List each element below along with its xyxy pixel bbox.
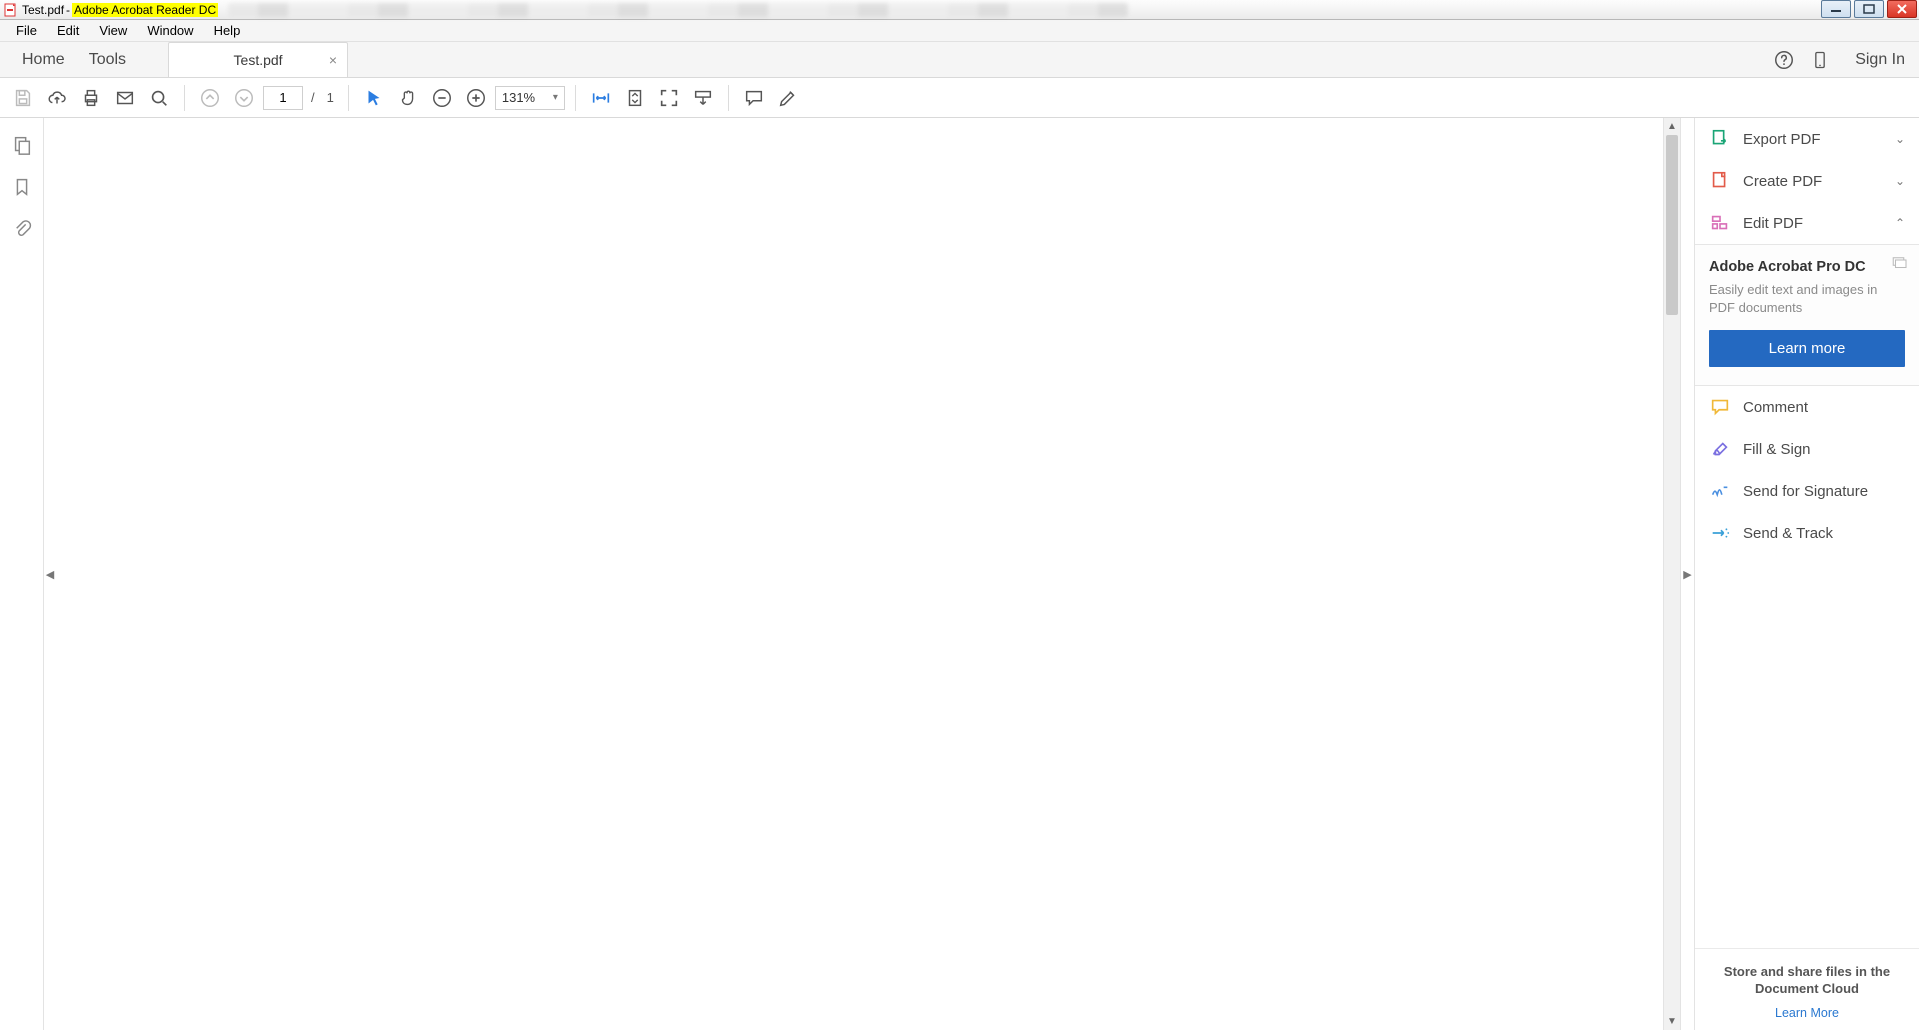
cloud-stack-icon <box>1891 255 1909 275</box>
tool-create-pdf[interactable]: Create PDF ⌄ <box>1695 160 1919 202</box>
left-panel-collapse-icon[interactable]: ◀ <box>44 554 56 594</box>
read-mode-icon[interactable] <box>688 83 718 113</box>
tool-edit-pdf[interactable]: Edit PDF ⌃ <box>1695 202 1919 244</box>
chevron-up-icon: ⌃ <box>1895 216 1905 230</box>
search-icon[interactable] <box>144 83 174 113</box>
comment-icon <box>1709 396 1731 418</box>
zoom-value: 131% <box>502 90 535 105</box>
edit-pdf-icon <box>1709 212 1731 234</box>
fit-page-icon[interactable] <box>620 83 650 113</box>
zoom-in-icon[interactable] <box>461 83 491 113</box>
mobile-icon[interactable] <box>1809 49 1831 71</box>
attachments-icon[interactable] <box>9 216 35 242</box>
main-toolbar: / 1 131% ▾ <box>0 78 1919 118</box>
cloud-upload-icon[interactable] <box>42 83 72 113</box>
highlight-pen-icon[interactable] <box>773 83 803 113</box>
tool-label: Comment <box>1743 399 1905 416</box>
tool-label: Create PDF <box>1743 173 1883 190</box>
tool-label: Export PDF <box>1743 131 1883 148</box>
nav-home[interactable]: Home <box>10 51 77 69</box>
page-separator: / <box>307 90 319 105</box>
menu-view[interactable]: View <box>89 21 137 40</box>
promo-description: Easily edit text and images in PDF docum… <box>1709 281 1905 316</box>
window-maximize-button[interactable] <box>1854 0 1884 18</box>
tool-fill-sign[interactable]: Fill & Sign <box>1695 428 1919 470</box>
document-tab-close-icon[interactable]: × <box>329 52 337 68</box>
menu-file[interactable]: File <box>6 21 47 40</box>
comment-bubble-icon[interactable] <box>739 83 769 113</box>
page-up-icon <box>195 83 225 113</box>
nav-tools[interactable]: Tools <box>77 51 138 69</box>
page-thumbnails-icon[interactable] <box>9 132 35 158</box>
tool-label: Send for Signature <box>1743 483 1905 500</box>
sign-in-button[interactable]: Sign In <box>1855 51 1905 69</box>
document-page[interactable]: ◀ <box>44 118 1663 1030</box>
page-number-input[interactable] <box>263 86 303 110</box>
promo-panel: Adobe Acrobat Pro DC Easily edit text an… <box>1695 244 1919 386</box>
tool-send-signature[interactable]: Send for Signature <box>1695 470 1919 512</box>
bookmark-icon[interactable] <box>9 174 35 200</box>
menu-edit[interactable]: Edit <box>47 21 89 40</box>
chevron-down-icon: ⌄ <box>1895 174 1905 188</box>
left-nav-rail <box>0 118 44 1030</box>
document-area: ◀ ▲ ▼ ▶ <box>44 118 1694 1030</box>
email-icon[interactable] <box>110 83 140 113</box>
save-icon <box>8 83 38 113</box>
title-app-name: Adobe Acrobat Reader DC <box>72 3 218 17</box>
scroll-up-icon[interactable]: ▲ <box>1664 118 1680 135</box>
page-total: 1 <box>323 90 338 105</box>
hand-pan-icon[interactable] <box>393 83 423 113</box>
tabs-row: Home Tools Test.pdf × Sign In <box>0 42 1919 78</box>
vertical-scrollbar[interactable]: ▲ ▼ <box>1663 118 1680 1030</box>
tool-label: Send & Track <box>1743 525 1905 542</box>
help-icon[interactable] <box>1773 49 1795 71</box>
background-tabs-blur <box>228 3 1128 17</box>
export-pdf-icon <box>1709 128 1731 150</box>
title-filename: Test.pdf <box>22 3 64 17</box>
send-signature-icon <box>1709 480 1731 502</box>
print-icon[interactable] <box>76 83 106 113</box>
fill-sign-icon <box>1709 438 1731 460</box>
menu-window[interactable]: Window <box>137 21 203 40</box>
page-down-icon <box>229 83 259 113</box>
fit-width-icon[interactable] <box>586 83 616 113</box>
window-close-button[interactable] <box>1887 0 1917 18</box>
tool-label: Fill & Sign <box>1743 441 1905 458</box>
tool-label: Edit PDF <box>1743 215 1883 232</box>
promo-title: Adobe Acrobat Pro DC <box>1709 259 1905 275</box>
title-separator: - <box>64 3 72 17</box>
create-pdf-icon <box>1709 170 1731 192</box>
tool-comment[interactable]: Comment <box>1695 386 1919 428</box>
zoom-out-icon[interactable] <box>427 83 457 113</box>
window-minimize-button[interactable] <box>1821 0 1851 18</box>
document-tab[interactable]: Test.pdf × <box>168 42 348 77</box>
scroll-down-icon[interactable]: ▼ <box>1664 1013 1680 1030</box>
app-pdf-icon <box>4 3 18 17</box>
scrollbar-thumb[interactable] <box>1666 135 1678 315</box>
menu-bar: File Edit View Window Help <box>0 20 1919 42</box>
right-panel-footer: Store and share files in the Document Cl… <box>1695 948 1919 1030</box>
fullscreen-icon[interactable] <box>654 83 684 113</box>
chevron-down-icon: ▾ <box>553 92 558 103</box>
right-tools-panel: Export PDF ⌄ Create PDF ⌄ Edit PDF ⌃ Ado… <box>1694 118 1919 1030</box>
document-tab-label: Test.pdf <box>234 52 283 68</box>
footer-text: Store and share files in the Document Cl… <box>1705 963 1909 998</box>
send-track-icon <box>1709 522 1731 544</box>
window-titlebar: Test.pdf - Adobe Acrobat Reader DC <box>0 0 1919 20</box>
zoom-dropdown[interactable]: 131% ▾ <box>495 86 565 110</box>
learn-more-button[interactable]: Learn more <box>1709 330 1905 367</box>
footer-learn-more-link[interactable]: Learn More <box>1705 1006 1909 1020</box>
chevron-down-icon: ⌄ <box>1895 132 1905 146</box>
tool-send-track[interactable]: Send & Track <box>1695 512 1919 554</box>
menu-help[interactable]: Help <box>204 21 251 40</box>
tool-export-pdf[interactable]: Export PDF ⌄ <box>1695 118 1919 160</box>
right-panel-collapse-icon[interactable]: ▶ <box>1680 118 1694 1030</box>
selection-arrow-icon[interactable] <box>359 83 389 113</box>
